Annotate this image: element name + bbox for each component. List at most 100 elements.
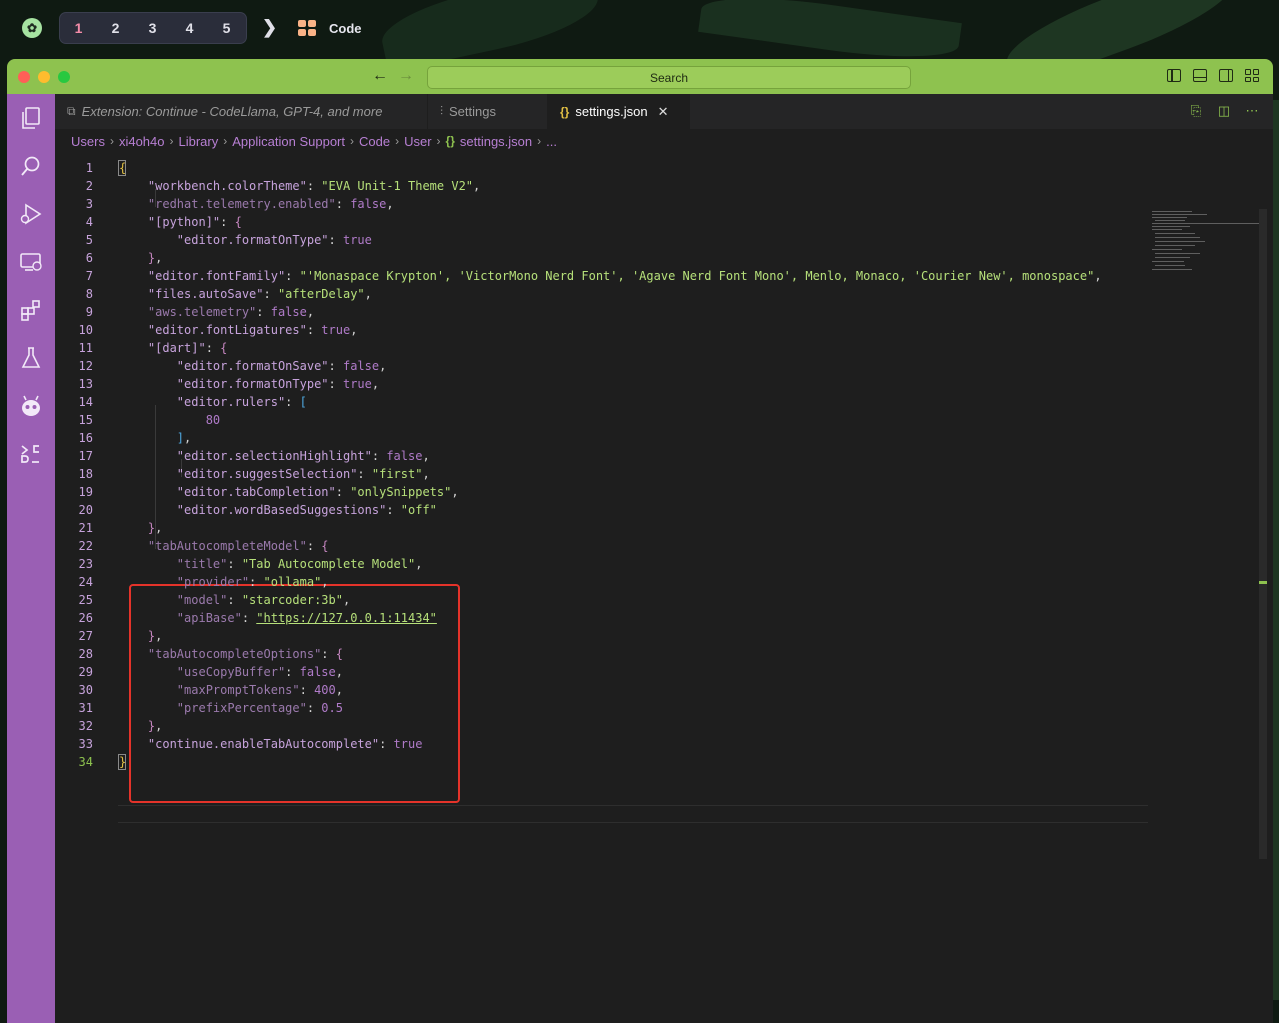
line-number: 32 [78, 719, 93, 733]
search-icon[interactable] [19, 154, 43, 178]
code-text: "tabAutocompleteOptions": { [119, 645, 343, 663]
code-text: }, [119, 717, 162, 735]
code-token: "https://127.0.0.1:11434" [256, 611, 437, 625]
chevron-right-icon: › [223, 134, 228, 148]
code-line[interactable]: 21 }, [55, 519, 1155, 537]
breadcrumb-item[interactable]: Users [71, 134, 105, 149]
code-line[interactable]: 24 "provider": "ollama", [55, 573, 1155, 591]
tab-settings-json[interactable]: {} settings.json ✕ [548, 94, 690, 129]
code-token: [ [299, 395, 307, 409]
code-line[interactable]: 31 "prefixPercentage": 0.5 [55, 699, 1155, 717]
workspace-1[interactable]: 1 [60, 20, 97, 36]
continue-ai-icon[interactable] [19, 442, 43, 466]
code-line[interactable]: 9 "aws.telemetry": false, [55, 303, 1155, 321]
close-window-button[interactable] [18, 71, 30, 83]
code-line[interactable]: 6 }, [55, 249, 1155, 267]
code-token: true [342, 233, 372, 247]
explorer-files-icon[interactable] [19, 106, 43, 130]
code-token: "maxPromptTokens" [119, 683, 300, 697]
code-line[interactable]: 1{ [55, 159, 1155, 177]
code-token: "ollama" [263, 575, 322, 589]
platformio-alien-icon[interactable] [19, 394, 43, 418]
breadcrumb-item[interactable]: settings.json [460, 134, 532, 149]
minimap[interactable] [1147, 209, 1267, 279]
code-token: "files.autoSave" [119, 287, 264, 301]
code-line[interactable]: 5 "editor.formatOnType": true [55, 231, 1155, 249]
open-settings-ui-icon[interactable]: ⎘ [1189, 104, 1203, 118]
code-line[interactable]: 23 "title": "Tab Autocomplete Model", [55, 555, 1155, 573]
close-tab-icon[interactable]: ✕ [658, 104, 669, 120]
code-line[interactable]: 25 "model": "starcoder:3b", [55, 591, 1155, 609]
code-line[interactable]: 8 "files.autoSave": "afterDelay", [55, 285, 1155, 303]
testing-flask-icon[interactable] [19, 346, 43, 370]
workspace-4[interactable]: 4 [171, 20, 208, 36]
zoom-window-button[interactable] [58, 71, 70, 83]
json-braces-icon: {} [445, 134, 455, 148]
code-line[interactable]: 18 "editor.suggestSelection": "first", [55, 465, 1155, 483]
breadcrumb-item[interactable]: Application Support [232, 134, 345, 149]
workspace-3[interactable]: 3 [134, 20, 171, 36]
code-line[interactable]: 13 "editor.formatOnType": true, [55, 375, 1155, 393]
launcher-icon[interactable]: ✿ [22, 18, 42, 38]
customize-layout-icon[interactable] [1245, 69, 1259, 82]
breadcrumb-item[interactable]: Code [359, 134, 390, 149]
toggle-panel-icon[interactable] [1193, 69, 1207, 82]
code-line[interactable]: 20 "editor.wordBasedSuggestions": "off" [55, 501, 1155, 519]
code-line[interactable]: 12 "editor.formatOnSave": false, [55, 357, 1155, 375]
run-and-debug-icon[interactable] [19, 202, 43, 226]
code-token: true [321, 323, 351, 337]
minimize-window-button[interactable] [38, 71, 50, 83]
code-line[interactable]: 32 }, [55, 717, 1155, 735]
command-center-search[interactable]: Search [427, 66, 911, 89]
code-line[interactable]: 3 "redhat.telemetry.enabled": false, [55, 195, 1155, 213]
code-line[interactable]: 27 }, [55, 627, 1155, 645]
chevron-right-icon: › [537, 134, 542, 148]
remote-explorer-icon[interactable] [19, 250, 43, 274]
breadcrumb-item[interactable]: ... [546, 134, 557, 149]
split-editor-icon[interactable]: ◫ [1217, 104, 1231, 118]
tab-settings[interactable]: ⫶ Settings [428, 94, 548, 129]
code-line[interactable]: 22 "tabAutocompleteModel": { [55, 537, 1155, 555]
code-line[interactable]: 19 "editor.tabCompletion": "onlySnippets… [55, 483, 1155, 501]
code-line[interactable]: 26 "apiBase": "https://127.0.0.1:11434" [55, 609, 1155, 627]
code-line[interactable]: 28 "tabAutocompleteOptions": { [55, 645, 1155, 663]
back-arrow-icon[interactable]: ← [372, 67, 388, 85]
code-line[interactable]: 34} [55, 753, 1155, 771]
extensions-icon[interactable] [19, 298, 43, 322]
code-line[interactable]: 11 "[dart]": { [55, 339, 1155, 357]
workspace-5[interactable]: 5 [208, 20, 245, 36]
code-line[interactable]: 15 80 [55, 411, 1155, 429]
forward-arrow-icon[interactable]: → [398, 67, 414, 85]
code-line[interactable]: 30 "maxPromptTokens": 400, [55, 681, 1155, 699]
code-text: "files.autoSave": "afterDelay", [119, 285, 372, 303]
code-token: : [241, 611, 257, 625]
breadcrumb-item[interactable]: User [404, 134, 431, 149]
code-token: , [321, 575, 329, 589]
more-actions-icon[interactable]: ⋯ [1245, 104, 1259, 118]
code-line[interactable]: 17 "editor.selectionHighlight": false, [55, 447, 1155, 465]
code-line[interactable]: 16 ], [55, 429, 1155, 447]
toggle-secondary-sidebar-icon[interactable] [1219, 69, 1233, 82]
code-line[interactable]: 14 "editor.rulers": [ [55, 393, 1155, 411]
code-text: "continue.enableTabAutocomplete": true [119, 735, 423, 753]
toggle-primary-sidebar-icon[interactable] [1167, 69, 1181, 82]
tab-extension-continue[interactable]: ⧉ Extension: Continue - CodeLlama, GPT-4… [55, 94, 428, 129]
code-token: "editor.suggestSelection" [119, 467, 358, 481]
code-line[interactable]: 7 "editor.fontFamily": "'Monaspace Krypt… [55, 267, 1155, 285]
workspace-2[interactable]: 2 [97, 20, 134, 36]
vertical-scrollbar[interactable] [1259, 209, 1267, 859]
code-line[interactable]: 2 "workbench.colorTheme": "EVA Unit-1 Th… [55, 177, 1155, 195]
code-line[interactable]: 33 "continue.enableTabAutocomplete": tru… [55, 735, 1155, 753]
code-token: "workbench.colorTheme" [119, 179, 307, 193]
breadcrumb-item[interactable]: Library [179, 134, 219, 149]
code-line[interactable]: 29 "useCopyBuffer": false, [55, 663, 1155, 681]
code-editor[interactable]: 1{2 "workbench.colorTheme": "EVA Unit-1 … [55, 151, 1273, 1023]
code-token: : [205, 341, 221, 355]
code-token: { [335, 647, 343, 661]
code-line[interactable]: 4 "[python]": { [55, 213, 1155, 231]
code-token: "'Monaspace Krypton', 'VictorMono Nerd F… [299, 269, 1095, 283]
code-line[interactable]: 10 "editor.fontLigatures": true, [55, 321, 1155, 339]
chevron-right-icon: › [109, 134, 114, 148]
code-token: , [1094, 269, 1102, 283]
breadcrumb-item[interactable]: xi4oh4o [119, 134, 165, 149]
